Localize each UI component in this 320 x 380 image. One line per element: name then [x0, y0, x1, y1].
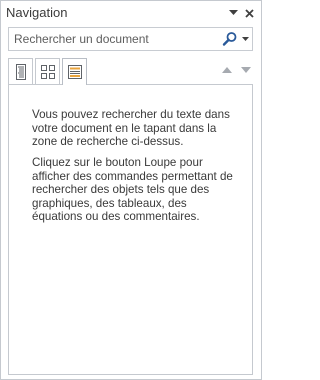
tab-thumbnails[interactable] [35, 58, 60, 84]
next-result-triangle-down-icon[interactable] [240, 66, 252, 74]
magnifier-icon[interactable] [221, 31, 239, 47]
thumbnails-icon [40, 64, 55, 79]
pane-title: Navigation [6, 5, 68, 20]
tab-search-results[interactable] [62, 58, 87, 85]
tab-headings[interactable] [8, 58, 33, 84]
view-tabs [8, 58, 258, 85]
navigation-pane: Navigation Rechercher un document Vous p… [0, 0, 262, 380]
results-icon [67, 65, 82, 79]
results-panel: Vous pouvez rechercher du texte dans vot… [8, 84, 253, 375]
pane-titlebar: Navigation [1, 1, 261, 25]
headings-icon [15, 63, 26, 80]
help-text-magnifier: Cliquez sur le bouton Loupe pour affiche… [32, 156, 233, 223]
pane-options-chevron-down-icon[interactable] [226, 6, 240, 20]
previous-result-triangle-up-icon[interactable] [221, 66, 233, 74]
help-text-search: Vous pouvez rechercher du texte dans vot… [32, 108, 230, 148]
search-options-chevron-down-icon[interactable] [240, 32, 250, 46]
search-box [8, 27, 253, 51]
close-icon[interactable] [242, 6, 256, 20]
search-input[interactable] [9, 28, 214, 50]
